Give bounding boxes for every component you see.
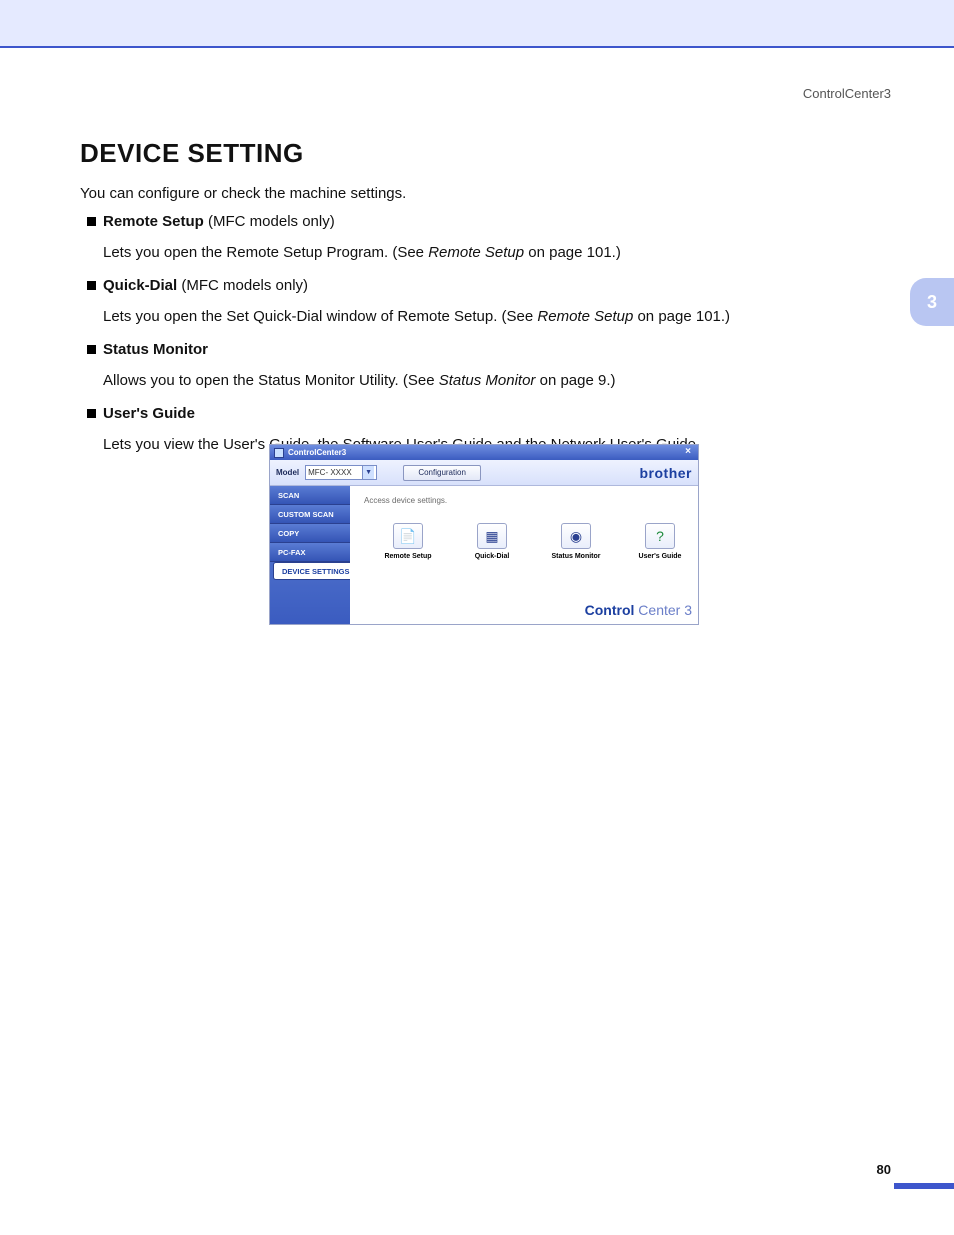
bullet-title: Status Monitor: [103, 341, 208, 358]
icon-label: Quick-Dial: [475, 553, 510, 560]
bullet-title: Quick-Dial: [103, 277, 177, 294]
top-band: [0, 0, 954, 48]
window-title: ControlCenter3: [288, 448, 346, 457]
page-number: 80: [877, 1162, 891, 1177]
sidebar-item-copy[interactable]: COPY: [270, 524, 350, 543]
sidebar-item-custom-scan[interactable]: CUSTOM SCAN: [270, 505, 350, 524]
document-icon: 📄: [393, 523, 423, 549]
app-main-panel: Access device settings. 📄 Remote Setup ▦…: [350, 486, 698, 624]
icon-label: Status Monitor: [552, 553, 601, 560]
bullet-title: User's Guide: [103, 405, 195, 422]
chevron-down-icon: ▼: [362, 466, 374, 479]
section-intro: You can configure or check the machine s…: [80, 185, 406, 202]
bullet-status-monitor: Status Monitor Allows you to open the St…: [87, 339, 877, 391]
brother-logo: brother: [640, 465, 693, 481]
icon-label: User's Guide: [639, 553, 682, 560]
configuration-button[interactable]: Configuration: [403, 465, 481, 481]
header-product-name: ControlCenter3: [803, 86, 891, 101]
chapter-tab: 3: [910, 278, 954, 326]
status-monitor-button[interactable]: ◉ Status Monitor: [548, 523, 604, 560]
footer-accent-bar: [894, 1183, 954, 1189]
bullet-remote-setup: Remote Setup (MFC models only) Lets you …: [87, 211, 877, 263]
close-icon[interactable]: ×: [682, 447, 694, 458]
model-value: MFC- XXXX: [308, 468, 352, 477]
sidebar-item-device-settings[interactable]: DEVICE SETTINGS: [273, 562, 350, 580]
square-bullet-icon: [87, 345, 96, 354]
model-label: Model: [276, 468, 299, 477]
bullet-desc: Allows you to open the Status Monitor Ut…: [103, 370, 877, 391]
keypad-icon: ▦: [477, 523, 507, 549]
app-sidebar: SCAN CUSTOM SCAN COPY PC-FAX DEVICE SETT…: [270, 486, 350, 624]
window-titlebar: ControlCenter3 ×: [270, 445, 698, 460]
sidebar-item-pc-fax[interactable]: PC-FAX: [270, 543, 350, 562]
panel-caption: Access device settings.: [364, 496, 688, 505]
square-bullet-icon: [87, 281, 96, 290]
bullet-title: Remote Setup: [103, 213, 204, 230]
controlcenter-window: ControlCenter3 × Model MFC- XXXX ▼ Confi…: [269, 444, 699, 625]
section-title: DEVICE SETTING: [80, 138, 304, 169]
icon-label: Remote Setup: [384, 553, 431, 560]
help-icon: ?: [645, 523, 675, 549]
users-guide-button[interactable]: ? User's Guide: [632, 523, 688, 560]
controlcenter-brand: Control Center 3: [585, 602, 692, 618]
sidebar-item-scan[interactable]: SCAN: [270, 486, 350, 505]
feature-list: Remote Setup (MFC models only) Lets you …: [87, 211, 877, 467]
model-select[interactable]: MFC- XXXX ▼: [305, 465, 377, 480]
app-toolbar: Model MFC- XXXX ▼ Configuration brother: [270, 460, 698, 486]
bullet-desc: Lets you open the Remote Setup Program. …: [103, 242, 877, 263]
monitor-icon: ◉: [561, 523, 591, 549]
quick-dial-button[interactable]: ▦ Quick-Dial: [464, 523, 520, 560]
bullet-note: (MFC models only): [181, 277, 308, 294]
bullet-note: (MFC models only): [208, 213, 335, 230]
remote-setup-button[interactable]: 📄 Remote Setup: [380, 523, 436, 560]
app-icon: [274, 448, 284, 458]
square-bullet-icon: [87, 217, 96, 226]
bullet-desc: Lets you open the Set Quick-Dial window …: [103, 306, 877, 327]
square-bullet-icon: [87, 409, 96, 418]
bullet-quick-dial: Quick-Dial (MFC models only) Lets you op…: [87, 275, 877, 327]
